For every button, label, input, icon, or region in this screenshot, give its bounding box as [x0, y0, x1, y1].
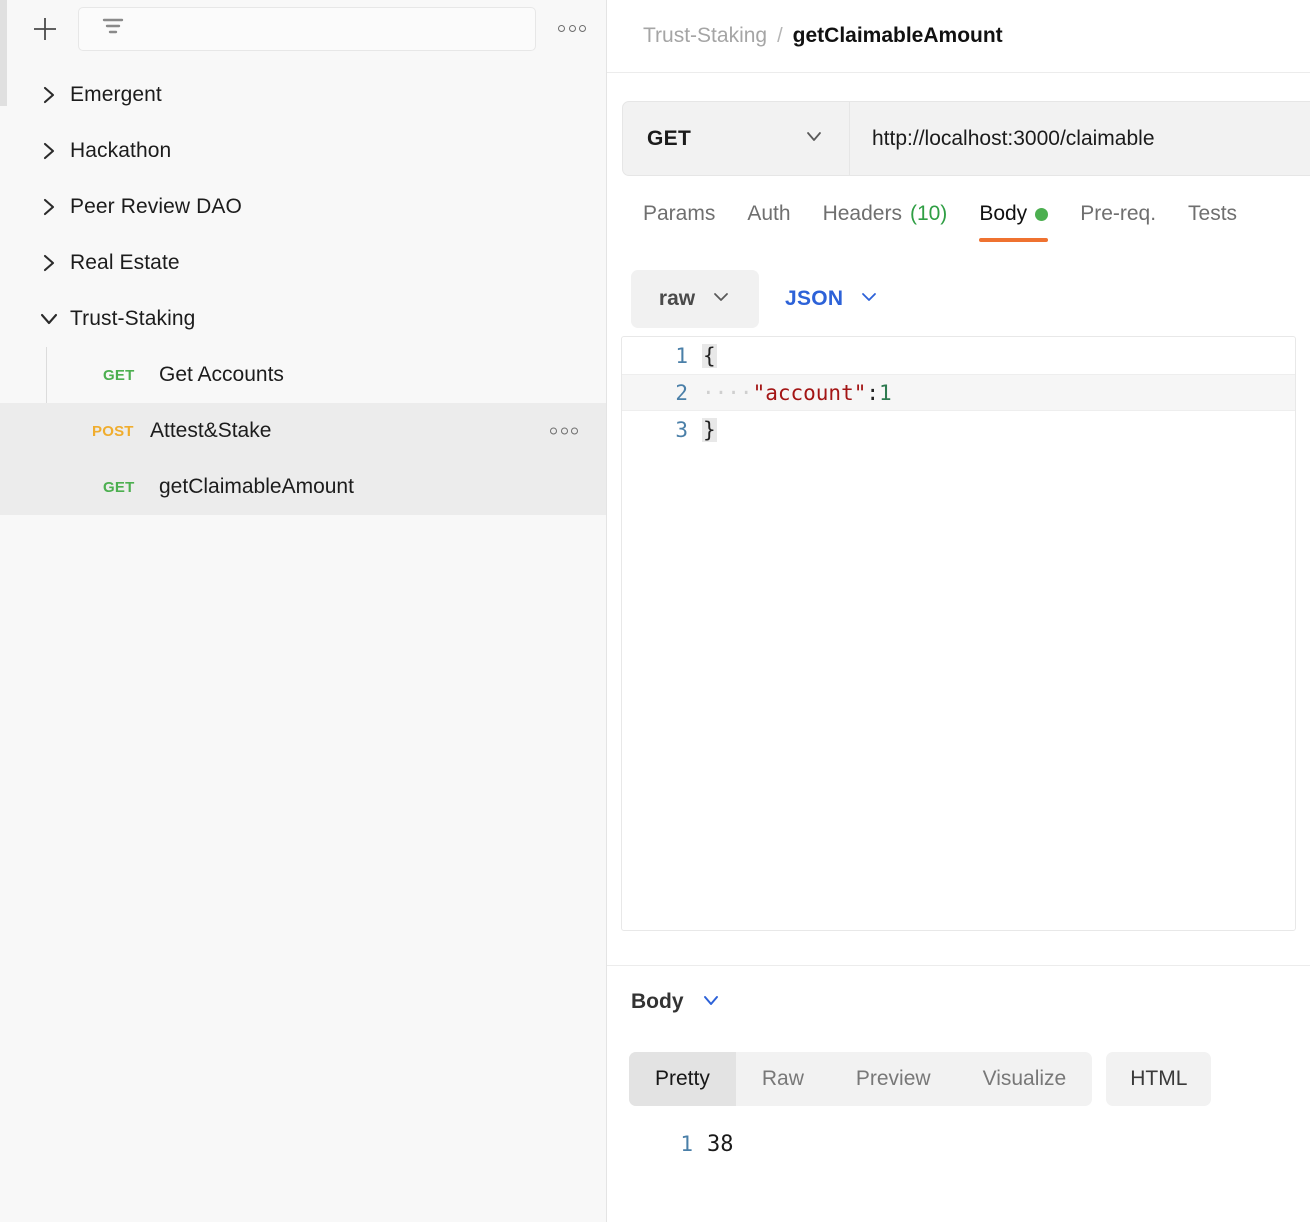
body-format-value: JSON — [785, 287, 844, 310]
folder-trust-staking[interactable]: Trust-Staking — [0, 291, 606, 347]
request-tabs: Params Auth Headers (10) Body Pre-req. T… — [607, 196, 1310, 254]
chevron-down-icon — [803, 125, 825, 152]
sidebar: Emergent Hackathon Peer Review DAO Real … — [0, 0, 607, 1222]
request-label: Get Accounts — [159, 363, 284, 386]
request-label: getClaimableAmount — [159, 475, 354, 498]
response-view-visualize[interactable]: Visualize — [957, 1052, 1093, 1106]
response-view-preview[interactable]: Preview — [830, 1052, 957, 1106]
folder-label: Trust-Staking — [70, 307, 196, 330]
response-view-segmented: Pretty Raw Preview Visualize — [629, 1052, 1093, 1106]
method-value: GET — [647, 126, 692, 150]
headers-count: (10) — [909, 202, 948, 225]
sidebar-toolbar — [0, 0, 606, 57]
tab-auth[interactable]: Auth — [747, 196, 790, 242]
body-format-select[interactable]: JSON — [771, 287, 893, 312]
tab-label: Headers — [822, 202, 902, 225]
request-label: Attest&Stake — [150, 419, 272, 442]
folder-peer-review-dao[interactable]: Peer Review DAO — [0, 179, 606, 235]
filter-input[interactable] — [78, 6, 536, 51]
chevron-down-icon — [36, 306, 62, 332]
indent-guide: ···· — [702, 380, 753, 405]
app-root: Emergent Hackathon Peer Review DAO Real … — [0, 0, 1310, 1222]
body-mode-select[interactable]: raw — [631, 270, 759, 328]
json-value: 1 — [879, 380, 892, 405]
body-type-row: raw JSON — [607, 270, 1310, 328]
chevron-right-icon — [36, 194, 62, 220]
tab-label: Tests — [1188, 202, 1238, 225]
folder-real-estate[interactable]: Real Estate — [0, 235, 606, 291]
response-view-pretty[interactable]: Pretty — [629, 1052, 736, 1106]
json-key: "account" — [752, 380, 867, 405]
response-view-raw[interactable]: Raw — [736, 1052, 830, 1106]
line-number: 3 — [675, 417, 688, 442]
breadcrumb-separator: / — [777, 24, 783, 47]
chevron-right-icon — [36, 138, 62, 164]
response-body-header[interactable]: Body — [631, 980, 722, 1024]
response-body: 1 38 — [607, 1132, 1310, 1157]
tab-label: Auth — [747, 202, 791, 225]
url-input[interactable]: http://localhost:3000/claimable — [850, 101, 1310, 176]
response-view-tabs: Pretty Raw Preview Visualize HTML — [629, 1052, 1212, 1106]
code-content: } — [702, 417, 717, 442]
url-bar: GET http://localhost:3000/claimable — [622, 101, 1310, 176]
request-item-get-accounts[interactable]: GET Get Accounts — [0, 347, 606, 403]
chevron-down-icon — [711, 287, 731, 312]
folder-label: Hackathon — [70, 139, 172, 162]
tab-label: Params — [643, 202, 716, 225]
response-header-label: Body — [631, 990, 684, 1013]
chevron-down-icon — [859, 287, 879, 312]
folder-hackathon[interactable]: Hackathon — [0, 123, 606, 179]
tab-label: Body — [979, 202, 1028, 225]
code-content: { — [702, 343, 717, 368]
json-colon: : — [866, 380, 880, 405]
collection-tree: Emergent Hackathon Peer Review DAO Real … — [0, 57, 606, 515]
line-number: 1 — [675, 343, 688, 368]
tab-label: Pre-req. — [1080, 202, 1157, 225]
tab-tests[interactable]: Tests — [1188, 196, 1237, 242]
close-brace: } — [702, 417, 717, 442]
request-group-trust-staking: GET Get Accounts POST Attest&Stake GET g… — [0, 347, 606, 515]
plus-icon[interactable] — [28, 12, 62, 46]
code-line: 2 ····"account":1 — [622, 374, 1295, 411]
folder-label: Emergent — [70, 83, 162, 106]
folder-emergent[interactable]: Emergent — [0, 67, 606, 123]
tab-params[interactable]: Params — [643, 196, 715, 242]
folder-label: Peer Review DAO — [70, 195, 242, 218]
request-panel: Trust-Staking / getClaimableAmount GET h… — [607, 0, 1310, 1222]
tab-body[interactable]: Body — [979, 196, 1049, 242]
filter-icon — [99, 15, 127, 42]
method-select[interactable]: GET — [622, 101, 850, 176]
code-line: 3 } — [622, 411, 1295, 448]
breadcrumb-parent[interactable]: Trust-Staking — [643, 24, 767, 48]
line-number: 1 — [680, 1132, 693, 1156]
body-mode-value: raw — [658, 287, 696, 310]
open-brace: { — [702, 343, 717, 368]
tab-headers[interactable]: Headers (10) — [823, 196, 948, 242]
response-divider — [607, 965, 1310, 966]
response-format-pill[interactable]: HTML — [1106, 1052, 1212, 1106]
breadcrumb: Trust-Staking / getClaimableAmount — [607, 0, 1310, 73]
sidebar-more-icon[interactable] — [552, 12, 592, 46]
request-body-editor[interactable]: 1 { 2 ····"account":1 3 } — [621, 336, 1296, 931]
code-line: 1 { — [622, 337, 1295, 374]
breadcrumb-current: getClaimableAmount — [792, 24, 1003, 47]
request-more-icon[interactable] — [550, 427, 578, 435]
line-number: 2 — [675, 380, 688, 405]
body-has-content-dot — [1035, 207, 1049, 221]
tab-pre-request[interactable]: Pre-req. — [1080, 196, 1156, 242]
chevron-down-icon[interactable] — [700, 989, 722, 1016]
request-item-attest-stake[interactable]: POST Attest&Stake — [0, 403, 606, 459]
active-tab-underline — [979, 238, 1049, 242]
chevron-right-icon — [36, 250, 62, 276]
chevron-right-icon — [36, 82, 62, 108]
code-content: ····"account":1 — [702, 381, 892, 405]
response-value: 38 — [707, 1132, 734, 1157]
request-item-getclaimableamount[interactable]: GET getClaimableAmount — [0, 459, 606, 515]
folder-label: Real Estate — [70, 251, 180, 274]
